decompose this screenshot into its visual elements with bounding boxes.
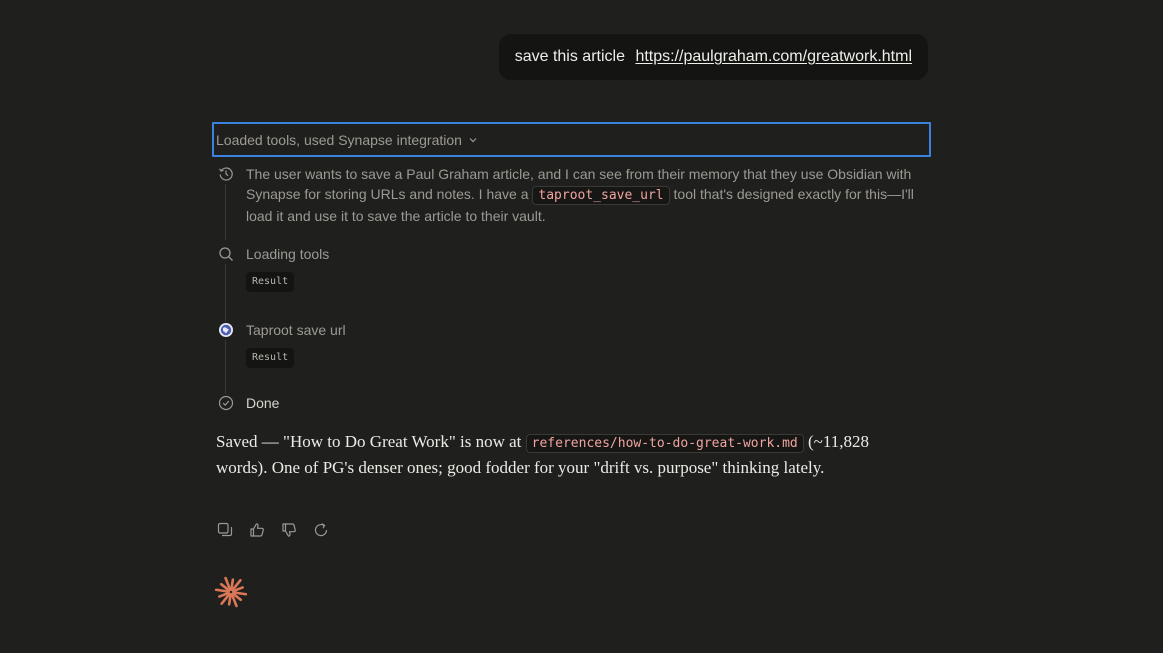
globe-icon [217,321,235,339]
user-message-link[interactable]: https://paulgraham.com/greatwork.html [635,48,912,65]
tools-summary-toggle[interactable]: Loaded tools, used Synapse integration [212,122,931,157]
timeline-connector [225,340,226,394]
tool-name-code: taproot_save_url [532,186,670,205]
chevron-down-icon [468,135,478,145]
result-badge[interactable]: Result [246,348,295,368]
retry-icon[interactable] [312,521,330,539]
user-message-bubble: save this article https://paulgraham.com… [498,34,928,80]
check-circle-icon [217,394,235,412]
thumbs-down-icon[interactable] [280,521,298,539]
timeline-connector [225,264,226,322]
user-message-text: save this article [514,48,625,65]
step-label: Taproot save url [246,322,346,338]
search-icon [217,245,235,263]
clock-history-icon [217,165,235,183]
timeline-connector [225,184,226,240]
chat-page: save this article https://paulgraham.com… [0,0,1163,653]
step-label: Done [246,395,280,411]
step-label: Loading tools [246,246,330,262]
message-actions [216,521,330,539]
copy-icon[interactable] [216,521,234,539]
thinking-text: The user wants to save a Paul Graham art… [246,166,914,224]
thumbs-up-icon[interactable] [248,521,266,539]
assistant-answer: Saved — "How to Do Great Work" is now at… [216,432,869,477]
assistant-logo [214,575,248,609]
result-badge[interactable]: Result [246,272,295,292]
file-path-code: references/how-to-do-great-work.md [525,434,804,453]
tools-summary-label: Loaded tools, used Synapse integration [216,131,462,148]
